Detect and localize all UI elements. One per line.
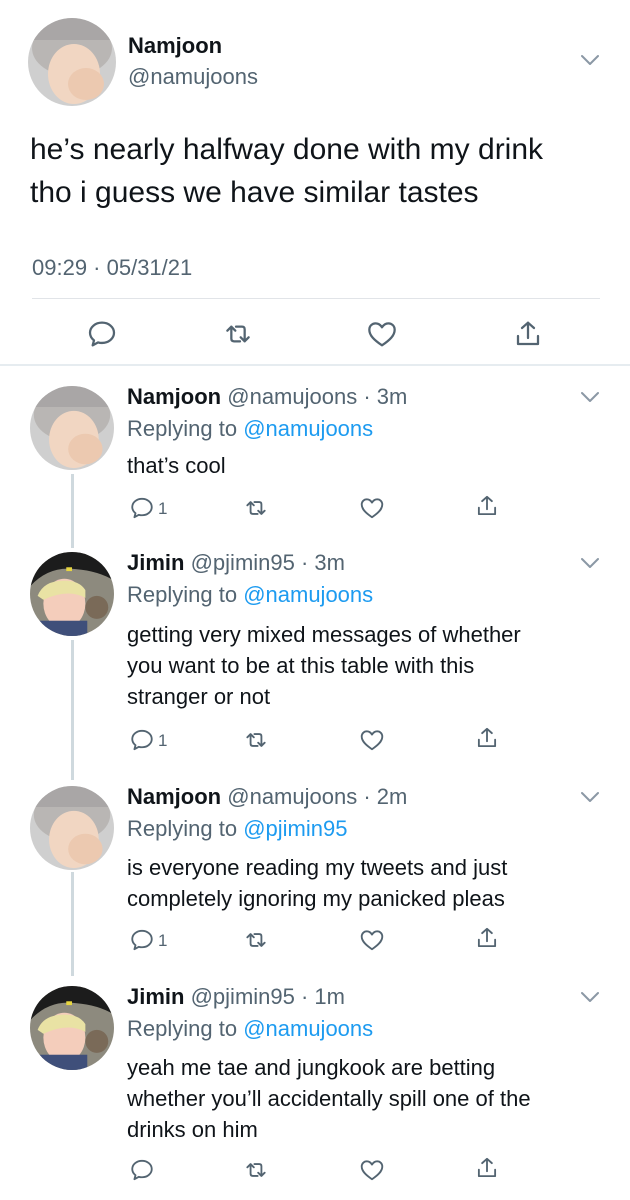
like-icon[interactable]	[359, 495, 385, 523]
reply-text-line: yeah me tae and jungkook are betting	[127, 1055, 496, 1080]
mention-link[interactable]: @namujoons	[243, 582, 373, 607]
reply-text-line: stranger or not	[127, 684, 271, 709]
reply-text-line: you want to be at this table with this	[127, 653, 475, 678]
reply-text-line: is everyone reading my tweets and just	[127, 855, 508, 880]
like-icon[interactable]	[359, 927, 385, 955]
share-icon[interactable]	[474, 925, 500, 953]
avatar[interactable]	[30, 552, 114, 636]
tweet-text-line: he’s nearly halfway done with my drink	[30, 133, 544, 166]
chevron-down-icon[interactable]	[581, 54, 599, 66]
divider	[32, 298, 600, 299]
share-icon[interactable]	[512, 318, 544, 350]
author-name[interactable]: Jimin	[127, 984, 184, 1009]
author-name[interactable]: Jimin	[127, 550, 184, 575]
reply-header: Jimin @pjimin95 · 1m	[127, 984, 345, 1010]
author-handle[interactable]: @namujoons	[128, 64, 258, 90]
reply-tweet[interactable]: Namjoon @namujoons · 2m Replying to @pji…	[0, 766, 630, 966]
chevron-down-icon[interactable]	[581, 991, 599, 1003]
mention-link[interactable]: @namujoons	[243, 1016, 373, 1041]
replying-to: Replying to @pjimin95	[127, 816, 347, 842]
reply-text: that’s cool	[127, 450, 607, 481]
like-icon[interactable]	[359, 727, 385, 755]
reply-count: 1	[158, 499, 168, 518]
reply-count: 1	[158, 931, 168, 950]
like-icon[interactable]	[366, 318, 398, 350]
replying-to: Replying to @namujoons	[127, 1016, 373, 1042]
author-name[interactable]: Namjoon	[127, 784, 221, 809]
reply-icon[interactable]	[129, 495, 155, 523]
reply-text-line: getting very mixed messages of whether	[127, 622, 521, 647]
reply-text-line: drinks on him	[127, 1117, 258, 1142]
reply-text-line: completely ignoring my panicked pleas	[127, 886, 505, 911]
replying-prefix: Replying to	[127, 582, 244, 607]
reply-text: yeah me tae and jungkook are betting whe…	[127, 1052, 607, 1145]
retweet-icon[interactable]	[243, 727, 269, 755]
avatar[interactable]	[30, 386, 114, 470]
reply-icon[interactable]	[129, 1157, 155, 1185]
like-icon[interactable]	[359, 1157, 385, 1185]
reply-header: Jimin @pjimin95 · 3m	[127, 550, 345, 576]
retweet-icon[interactable]	[243, 1157, 269, 1185]
reply-tweet[interactable]: Jimin @pjimin95 · 1m Replying to @namujo…	[0, 966, 630, 1200]
retweet-icon[interactable]	[243, 927, 269, 955]
main-tweet: Namjoon @namujoons he’s nearly halfway d…	[0, 0, 630, 366]
replying-prefix: Replying to	[127, 416, 244, 441]
reply-text-line: whether you’ll accidentally spill one of…	[127, 1086, 531, 1111]
timestamp[interactable]: 09:29 · 05/31/21	[32, 255, 192, 281]
replying-to: Replying to @namujoons	[127, 416, 373, 442]
reply-header: Namjoon @namujoons · 2m	[127, 784, 407, 810]
replying-prefix: Replying to	[127, 816, 244, 841]
chevron-down-icon[interactable]	[581, 791, 599, 803]
avatar[interactable]	[28, 18, 116, 106]
retweet-icon[interactable]	[222, 318, 254, 350]
reply-header: Namjoon @namujoons · 3m	[127, 384, 407, 410]
share-icon[interactable]	[474, 493, 500, 521]
author-meta[interactable]: @pjimin95 · 1m	[191, 984, 345, 1009]
author-name[interactable]: Namjoon	[127, 384, 221, 409]
reply-text: getting very mixed messages of whether y…	[127, 619, 607, 712]
retweet-icon[interactable]	[243, 495, 269, 523]
chevron-down-icon[interactable]	[581, 557, 599, 569]
author-meta[interactable]: @namujoons · 2m	[227, 784, 407, 809]
reply-icon[interactable]	[129, 927, 155, 955]
reply-tweet[interactable]: Namjoon @namujoons · 3m Replying to @nam…	[0, 366, 630, 532]
author-meta[interactable]: @namujoons · 3m	[227, 384, 407, 409]
reply-icon[interactable]	[129, 727, 155, 755]
mention-link[interactable]: @pjimin95	[243, 816, 347, 841]
mention-link[interactable]: @namujoons	[243, 416, 373, 441]
tweet-text-line: tho i guess we have similar tastes	[30, 176, 479, 209]
share-icon[interactable]	[474, 1155, 500, 1183]
author-meta[interactable]: @pjimin95 · 3m	[191, 550, 345, 575]
reply-count: 1	[158, 731, 168, 750]
author-name[interactable]: Namjoon	[128, 33, 222, 59]
reply-text-line: that’s cool	[127, 453, 226, 478]
reply-icon[interactable]	[86, 318, 118, 350]
tweet-text: he’s nearly halfway done with my drink t…	[30, 128, 620, 214]
avatar[interactable]	[30, 786, 114, 870]
replying-to: Replying to @namujoons	[127, 582, 373, 608]
replying-prefix: Replying to	[127, 1016, 244, 1041]
reply-tweet[interactable]: Jimin @pjimin95 · 3m Replying to @namujo…	[0, 532, 630, 766]
reply-text: is everyone reading my tweets and just c…	[127, 852, 607, 914]
share-icon[interactable]	[474, 725, 500, 753]
chevron-down-icon[interactable]	[581, 391, 599, 403]
avatar[interactable]	[30, 986, 114, 1070]
